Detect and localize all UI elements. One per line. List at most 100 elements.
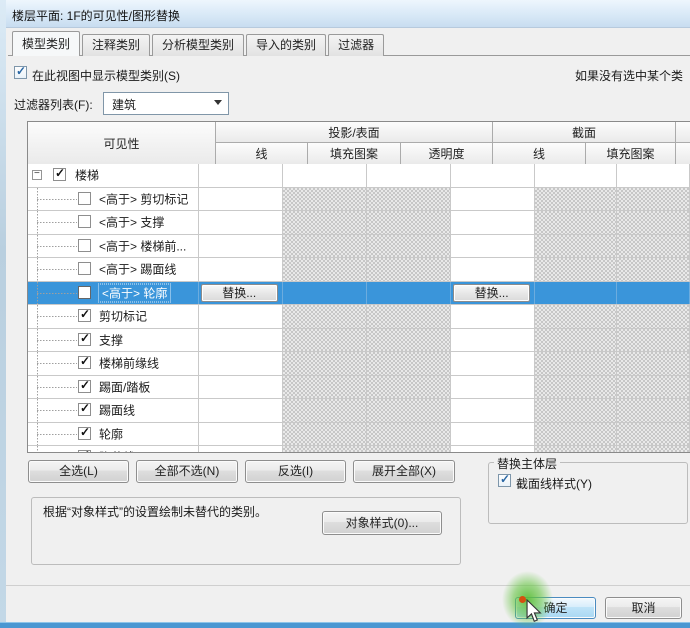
table-cell[interactable] — [367, 234, 451, 257]
table-cell[interactable] — [617, 164, 690, 187]
table-cell[interactable] — [535, 234, 618, 257]
table-cell[interactable] — [283, 164, 368, 187]
table-cell[interactable] — [451, 211, 536, 234]
table-cell[interactable] — [199, 164, 283, 187]
table-cell[interactable] — [199, 328, 283, 351]
table-cell[interactable] — [535, 211, 618, 234]
table-cell[interactable] — [199, 211, 283, 234]
table-row[interactable]: <高于> 楼梯前... — [28, 234, 690, 258]
category-visibility-checkbox[interactable] — [78, 238, 91, 252]
invert-selection-button[interactable]: 反选(I) — [245, 460, 346, 483]
table-cell[interactable] — [535, 187, 618, 210]
table-row[interactable]: 轮廓 — [28, 422, 690, 446]
cut-line-styles-checkbox[interactable] — [498, 472, 511, 487]
table-cell[interactable] — [451, 446, 536, 452]
category-visibility-checkbox[interactable] — [78, 425, 91, 440]
table-cell[interactable] — [617, 211, 690, 234]
object-styles-button[interactable]: 对象样式(0)... — [322, 511, 442, 535]
category-visibility-checkbox[interactable] — [78, 215, 91, 229]
table-cell[interactable] — [367, 399, 451, 422]
table-cell[interactable] — [535, 422, 618, 445]
category-visibility-checkbox[interactable] — [53, 166, 66, 182]
table-cell[interactable] — [367, 375, 451, 398]
table-row[interactable]: 隐藏线 — [28, 446, 690, 452]
table-cell[interactable] — [367, 352, 451, 375]
table-row[interactable]: 踢面线 — [28, 399, 690, 423]
tab-model-categories[interactable]: 模型类别 — [12, 31, 81, 56]
category-visibility-checkbox[interactable] — [78, 262, 91, 276]
category-visibility-checkbox[interactable] — [78, 448, 91, 452]
filter-list-dropdown[interactable]: 建筑 — [103, 92, 229, 115]
cancel-button[interactable]: 取消 — [605, 597, 682, 619]
table-cell[interactable] — [199, 234, 283, 257]
table-cell[interactable] — [282, 328, 368, 351]
tab-annotation-categories[interactable]: 注释类别 — [82, 34, 151, 56]
table-cell[interactable] — [282, 422, 368, 445]
table-cell[interactable] — [199, 258, 283, 281]
table-cell[interactable] — [282, 446, 368, 452]
table-cell[interactable]: 替换... — [450, 281, 536, 304]
table-cell[interactable] — [535, 446, 618, 452]
table-cell[interactable] — [617, 258, 690, 281]
table-cell[interactable] — [282, 375, 368, 398]
category-visibility-checkbox[interactable] — [78, 307, 91, 323]
table-cell[interactable] — [367, 211, 451, 234]
table-cell[interactable] — [367, 328, 451, 351]
table-cell[interactable] — [451, 305, 536, 328]
table-cell[interactable] — [199, 352, 283, 375]
table-cell[interactable] — [282, 281, 368, 304]
table-row[interactable]: 踢面/踏板 — [28, 375, 690, 399]
table-cell[interactable] — [535, 352, 618, 375]
tab-imported-categories[interactable]: 导入的类别 — [246, 34, 327, 56]
table-cell[interactable] — [617, 352, 690, 375]
expand-all-button[interactable]: 展开全部(X) — [353, 460, 455, 483]
table-cell[interactable] — [535, 305, 618, 328]
table-cell[interactable] — [367, 187, 451, 210]
tab-filters[interactable]: 过滤器 — [328, 34, 385, 56]
table-cell[interactable] — [367, 422, 451, 445]
show-model-categories-checkbox[interactable] — [14, 64, 27, 79]
table-cell[interactable] — [367, 305, 451, 328]
table-cell[interactable] — [535, 281, 618, 304]
table-cell[interactable] — [367, 446, 451, 452]
tree-collapse-icon[interactable] — [32, 168, 42, 181]
table-row[interactable]: 支撑 — [28, 328, 690, 352]
table-cell[interactable] — [451, 187, 536, 210]
table-cell[interactable]: 替换... — [198, 281, 283, 304]
table-row[interactable]: <高于> 踢面线 — [28, 258, 690, 282]
table-cell[interactable] — [451, 352, 536, 375]
table-cell[interactable] — [451, 399, 536, 422]
table-cell[interactable] — [617, 234, 690, 257]
table-cell[interactable] — [535, 258, 618, 281]
table-cell[interactable] — [282, 305, 368, 328]
tab-analytical-model-categories[interactable]: 分析模型类别 — [152, 34, 245, 56]
table-row[interactable]: <高于> 剪切标记 — [28, 187, 690, 211]
table-cell[interactable] — [199, 399, 283, 422]
table-cell[interactable] — [199, 422, 283, 445]
table-cell[interactable] — [617, 328, 690, 351]
category-visibility-checkbox[interactable] — [78, 191, 91, 205]
table-row[interactable]: <高于> 轮廓 替换... 替换... — [28, 281, 690, 305]
table-cell[interactable] — [617, 422, 690, 445]
table-cell[interactable] — [451, 375, 536, 398]
table-cell[interactable] — [282, 399, 368, 422]
table-cell[interactable] — [367, 164, 451, 187]
table-cell[interactable] — [367, 258, 451, 281]
table-cell[interactable] — [199, 375, 283, 398]
table-cell[interactable] — [282, 234, 368, 257]
category-visibility-checkbox[interactable] — [78, 378, 91, 393]
table-cell[interactable] — [617, 187, 690, 210]
table-cell[interactable] — [617, 446, 690, 452]
category-visibility-checkbox[interactable] — [78, 354, 91, 370]
table-row[interactable]: 剪切标记 — [28, 305, 690, 329]
category-visibility-checkbox[interactable] — [78, 285, 91, 299]
table-cell[interactable] — [282, 352, 368, 375]
table-cell[interactable] — [199, 446, 283, 452]
table-row[interactable]: <高于> 支撑 — [28, 211, 690, 235]
table-cell[interactable] — [282, 187, 368, 210]
table-row[interactable]: 楼梯前缘线 — [28, 352, 690, 376]
category-visibility-checkbox[interactable] — [78, 401, 91, 417]
select-all-button[interactable]: 全选(L) — [28, 460, 129, 483]
table-cell[interactable] — [617, 305, 690, 328]
category-visibility-checkbox[interactable] — [78, 331, 91, 346]
